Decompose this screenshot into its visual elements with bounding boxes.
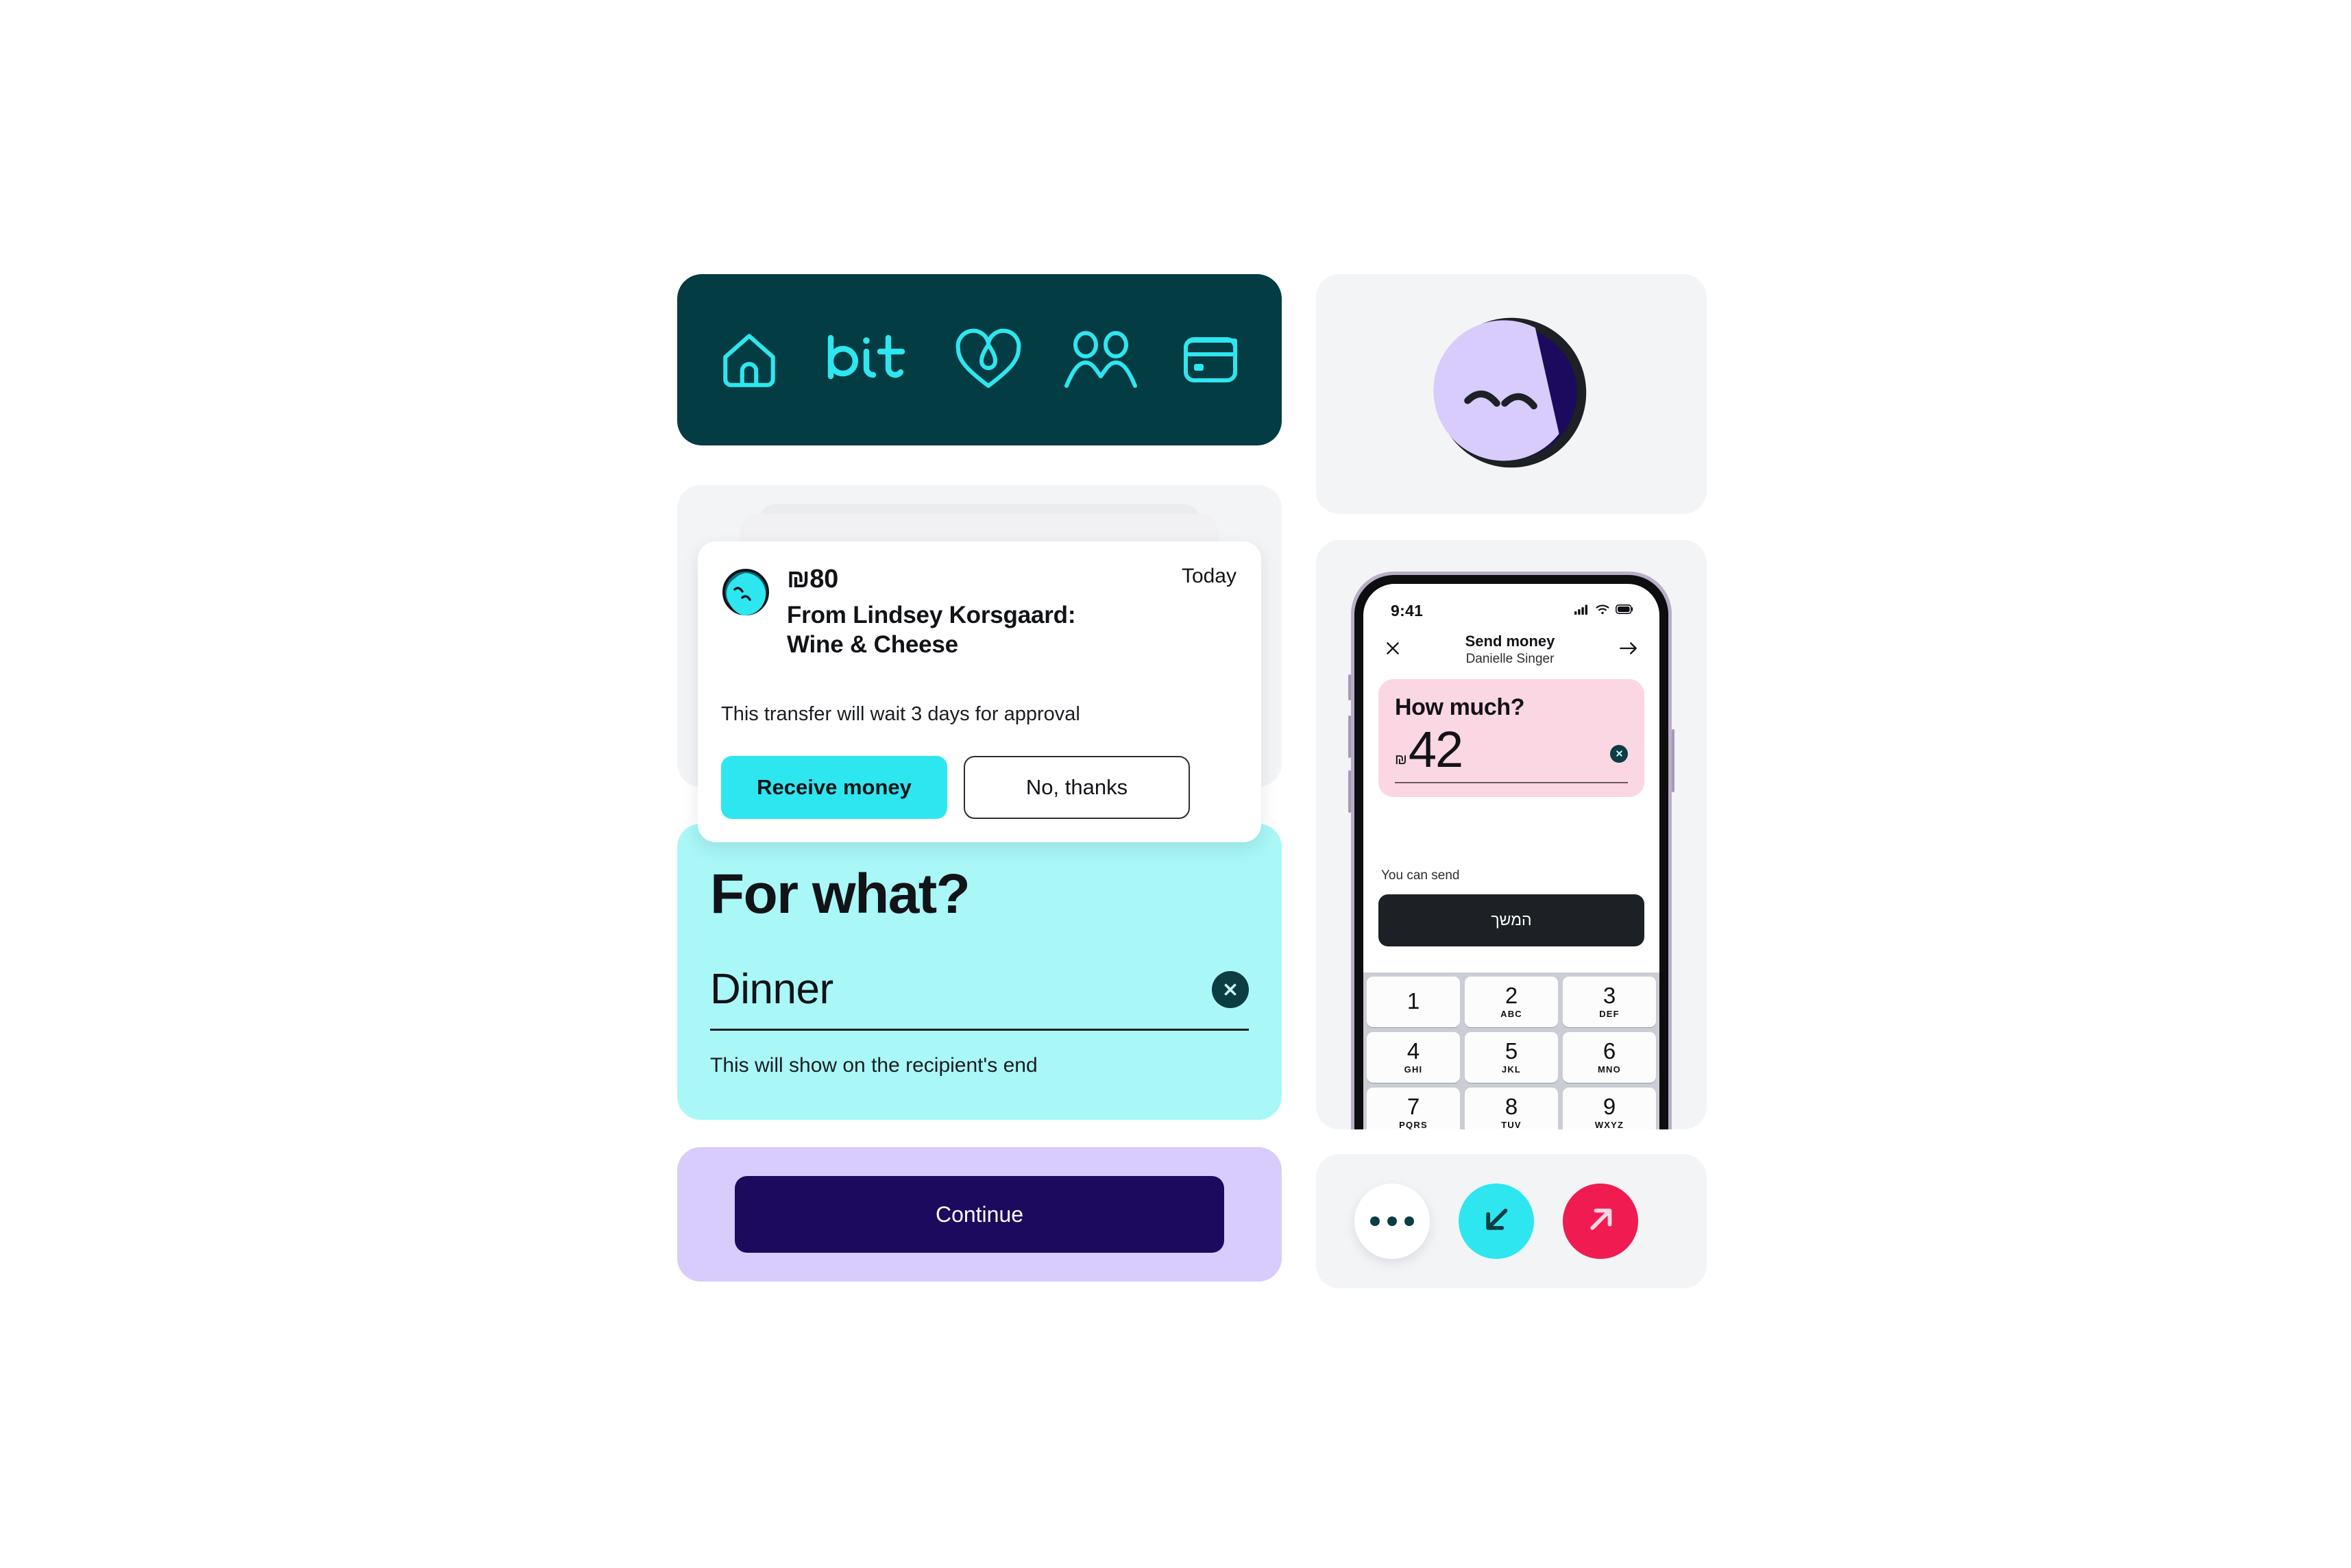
receive-money-action-button[interactable] [1459,1184,1534,1259]
arrow-up-right-icon [1582,1201,1619,1242]
key-7[interactable]: 7 PQRS [1367,1087,1460,1129]
transfer-note: This transfer will wait 3 days for appro… [721,703,1080,726]
phone-volume-down-button [1348,770,1351,813]
for-what-title: For what? [710,863,971,925]
continue-button[interactable]: Continue [735,1176,1224,1253]
lindsey-avatar [721,567,770,617]
phone-mute-button [1348,674,1351,700]
phone-screen: 9:41 Send money Danielle Singer How much… [1363,584,1659,1129]
key-8[interactable]: 8 TUV [1465,1087,1558,1129]
phone-mockup-panel: 9:41 Send money Danielle Singer How much… [1316,540,1707,1129]
right-column: 9:41 Send money Danielle Singer How much… [1316,274,1707,1288]
transfer-from-line2: Wine & Cheese [787,630,958,658]
home-icon[interactable] [716,326,783,393]
key-3[interactable]: 3 DEF [1563,976,1656,1027]
ellipsis-icon [1370,1216,1414,1226]
user-avatar [1432,313,1591,476]
amount-question: How much? [1395,694,1525,720]
arrow-right-icon[interactable] [1618,639,1639,661]
brand-icon-bar [677,274,1282,445]
receive-money-button[interactable]: Receive money [721,756,947,820]
amount-entry-card[interactable]: How much? ₪ 42 [1378,679,1644,797]
key-2[interactable]: 2 ABC [1465,976,1558,1027]
amount-underline [1395,781,1628,783]
clear-purpose-button[interactable] [1212,970,1249,1008]
phone-volume-up-button [1348,715,1351,758]
bit-wordmark[interactable] [820,326,916,393]
amount-value: 42 [1408,721,1463,778]
quick-actions-panel [1316,1154,1707,1288]
transfer-date: Today [1181,565,1237,587]
heart-icon[interactable] [953,326,1024,393]
currency-symbol: ₪ [1395,751,1407,768]
notification-card[interactable]: ₪80 Today From Lindsey Korsgaard: Wine &… [698,541,1261,843]
notification-panel: ₪80 Today From Lindsey Korsgaard: Wine &… [677,485,1282,843]
continue-card: Continue [677,1147,1282,1282]
card-icon[interactable] [1178,326,1243,393]
submit-button[interactable]: המשך [1378,894,1644,946]
for-what-card: For what? Dinner This will show on the r… [677,824,1282,1120]
screen-nav-bar: Send money Danielle Singer [1363,620,1659,667]
transfer-from-line1: From Lindsey Korsgaard: [787,602,1076,628]
key-6[interactable]: 6 MNO [1563,1031,1656,1083]
phone-power-button [1672,729,1674,792]
keypad-row: 7 PQRS 8 TUV 9 WXYZ [1367,1087,1656,1129]
send-money-action-button[interactable] [1563,1184,1638,1259]
transfer-amount: ₪80 [787,565,838,593]
screen-title: Send money [1465,633,1555,650]
screenshot-root: ₪80 Today From Lindsey Korsgaard: Wine &… [0,0,2351,1568]
key-4[interactable]: 4 GHI [1367,1031,1460,1083]
key-5[interactable]: 5 JKL [1465,1031,1558,1083]
more-actions-button[interactable] [1354,1184,1430,1259]
purpose-underline [710,1029,1249,1031]
status-bar: 9:41 [1363,584,1659,620]
people-icon[interactable] [1061,326,1141,393]
left-column: ₪80 Today From Lindsey Korsgaard: Wine &… [677,274,1282,1282]
screen-subtitle: Danielle Singer [1465,652,1555,666]
signal-bars-icon [1574,604,1589,618]
no-thanks-button[interactable]: No, thanks [964,756,1190,820]
avatar-panel [1316,274,1707,514]
close-icon[interactable] [1384,639,1402,661]
purpose-input[interactable]: Dinner [710,965,833,1014]
phone-frame: 9:41 Send money Danielle Singer How much… [1348,572,1674,1129]
key-1[interactable]: 1 [1367,976,1460,1027]
keypad-row: 1 2 ABC 3 DEF [1367,976,1656,1027]
keypad-row: 4 GHI 5 JKL 6 MNO [1367,1031,1656,1083]
purpose-hint: This will show on the recipient's end [710,1054,1038,1077]
clear-amount-button[interactable] [1610,744,1628,763]
key-9[interactable]: 9 WXYZ [1563,1087,1656,1129]
arrow-down-left-icon [1478,1201,1515,1242]
phone-bezel: 9:41 Send money Danielle Singer How much… [1354,575,1668,1129]
wifi-icon [1596,604,1609,618]
battery-icon [1616,604,1633,617]
numeric-keypad: 1 2 ABC 3 DEF 4 GHI 5 JKL 6 MNO 7 PQRS 8… [1363,972,1659,1129]
balance-label: You can send [1381,868,1460,883]
status-time: 9:41 [1391,602,1424,620]
